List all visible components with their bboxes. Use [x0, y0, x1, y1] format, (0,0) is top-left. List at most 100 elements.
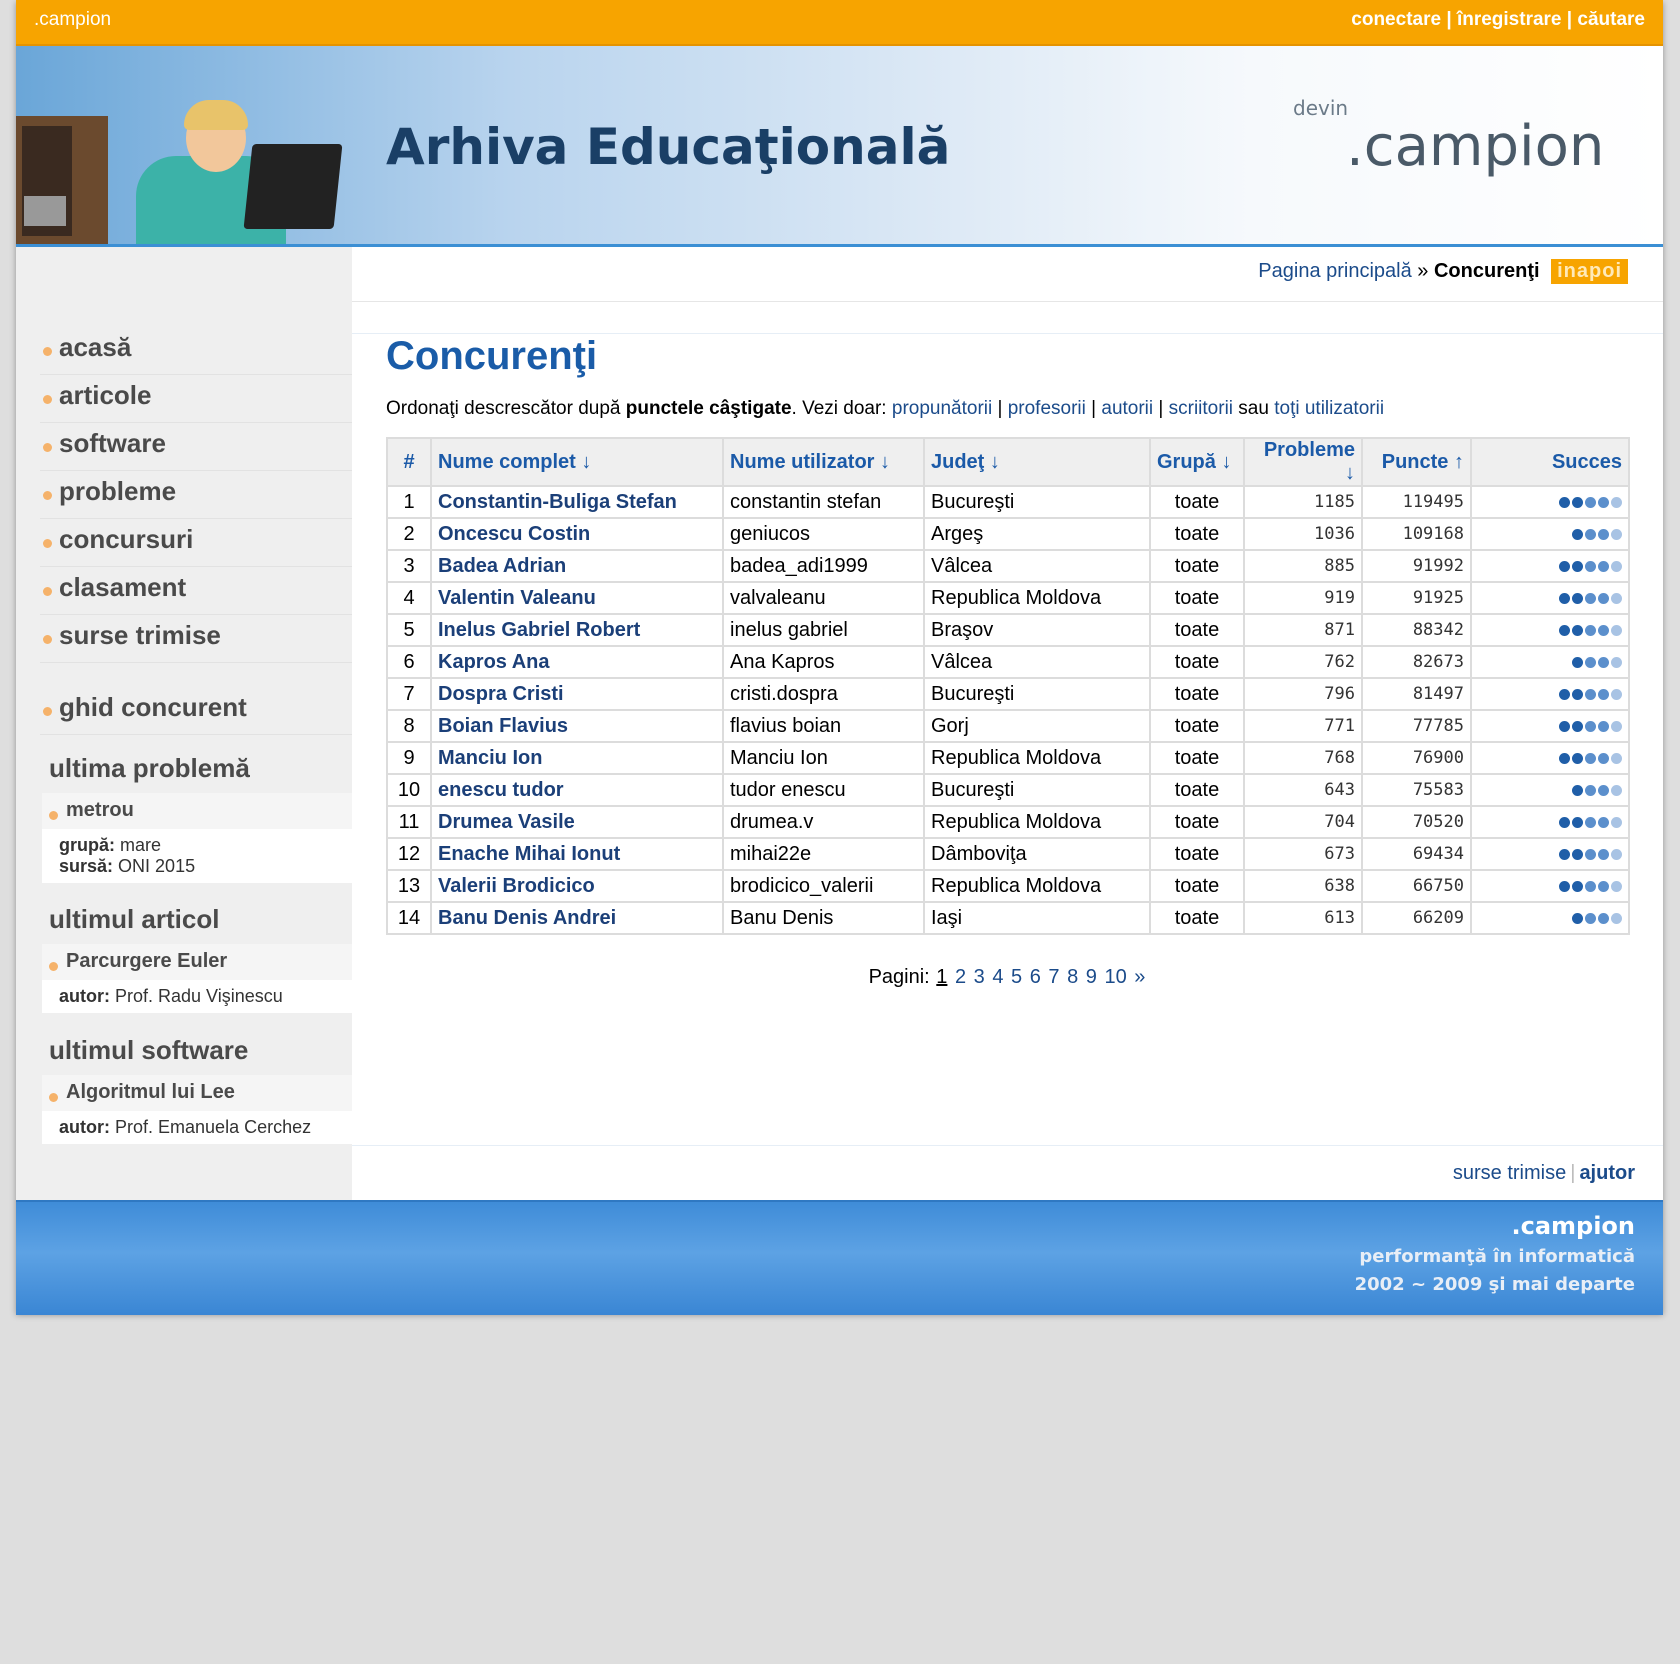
register-link[interactable]: înregistrare	[1457, 9, 1562, 30]
back-button[interactable]: inapoi	[1551, 259, 1628, 284]
full-name-link[interactable]: Valentin Valeanu	[430, 581, 724, 615]
sidebar-item-label[interactable]: surse trimise	[59, 620, 221, 651]
sidebar-item-home[interactable]: acasă	[40, 327, 352, 375]
success-dot-icon	[1598, 528, 1609, 540]
success-dot-icon	[1611, 912, 1622, 924]
column-header-problems[interactable]: Probleme ↓	[1243, 437, 1363, 487]
rank-cell: 10	[386, 773, 432, 807]
success-dot-icon	[1572, 784, 1583, 796]
success-rating	[1470, 773, 1630, 807]
full-name-link[interactable]: Constantin-Buliga Stefan	[430, 485, 724, 519]
page-link[interactable]: 9	[1086, 966, 1097, 988]
full-name-link[interactable]: Dospra Cristi	[430, 677, 724, 711]
full-name-link[interactable]: Banu Denis Andrei	[430, 901, 724, 935]
column-header-points[interactable]: Puncte ↑	[1361, 437, 1472, 487]
success-dot-icon	[1585, 496, 1596, 508]
column-header-group[interactable]: Grupă ↓	[1149, 437, 1245, 487]
top-separator: |	[1566, 9, 1573, 30]
success-dot-icon	[1598, 624, 1609, 636]
top-brand-link[interactable]: .campion	[34, 9, 111, 31]
last-article-link[interactable]: Parcurgere Euler	[66, 950, 227, 973]
last-article-heading: ultimul articol	[49, 904, 220, 934]
page-link[interactable]: 7	[1048, 966, 1059, 988]
sidebar-item-label[interactable]: acasă	[59, 332, 131, 363]
table-row: 14 Banu Denis Andrei Banu Denis Iaşi toate 61…	[386, 901, 1630, 935]
group-cell: toate	[1149, 517, 1245, 551]
filter-teachers-link[interactable]: profesorii	[1008, 398, 1086, 419]
last-problem-meta: grupă: mare sursă: ONI 2015	[42, 829, 352, 883]
username-cell: geniucos	[722, 517, 925, 551]
laptop-image	[243, 144, 343, 229]
breadcrumb-home-link[interactable]: Pagina principală	[1258, 260, 1411, 282]
sidebar-item-label[interactable]: ghid concurent	[59, 692, 247, 723]
full-name-link[interactable]: Drumea Vasile	[430, 805, 724, 839]
success-rating	[1470, 805, 1630, 839]
author-value: Prof. Emanuela Cerchez	[115, 1117, 312, 1137]
rank-cell: 6	[386, 645, 432, 679]
breadcrumb-current: Concurenţi	[1433, 260, 1540, 282]
full-name-link[interactable]: Kapros Ana	[430, 645, 724, 679]
pagination-links: 1 2 3 4 5 6 7 8 9 10 »	[935, 966, 1146, 988]
success-rating	[1470, 677, 1630, 711]
column-header-county[interactable]: Judeţ ↓	[923, 437, 1151, 487]
page-link[interactable]: 5	[1011, 966, 1022, 988]
table-row: 9 Manciu Ion Manciu Ion Republica Moldova to…	[386, 741, 1630, 775]
full-name-link[interactable]: Valerii Brodicico	[430, 869, 724, 903]
last-software-heading: ultimul software	[49, 1035, 249, 1065]
filter-authors-link[interactable]: autorii	[1101, 398, 1153, 419]
sidebar-item-label[interactable]: clasament	[59, 572, 186, 603]
top-separator: |	[1446, 9, 1452, 30]
sidebar-item-ranking[interactable]: clasament	[40, 567, 352, 615]
full-name-link[interactable]: Oncescu Costin	[430, 517, 724, 551]
success-dot-icon	[1611, 880, 1622, 892]
sidebar-item-articles[interactable]: articole	[40, 375, 352, 423]
group-cell: toate	[1149, 613, 1245, 647]
problems-cell: 613	[1243, 901, 1363, 935]
sidebar-item-problems[interactable]: probleme	[40, 471, 352, 519]
sidebar: acasă articole software probleme concurs…	[16, 247, 352, 1247]
success-dot-icon	[1598, 752, 1609, 764]
page-link[interactable]: 2	[955, 966, 966, 988]
sidebar-item-label[interactable]: probleme	[59, 476, 176, 507]
page-link[interactable]: 1	[936, 966, 947, 988]
filter-separator: |	[1085, 398, 1102, 419]
success-rating	[1470, 837, 1630, 871]
full-name-link[interactable]: Enache Mihai Ionut	[430, 837, 724, 871]
sidebar-item-software[interactable]: software	[40, 423, 352, 471]
column-header-full-name[interactable]: Nume complet ↓	[430, 437, 724, 487]
next-page-link[interactable]: »	[1134, 966, 1145, 988]
page-link[interactable]: 8	[1067, 966, 1078, 988]
full-name-link[interactable]: Badea Adrian	[430, 549, 724, 583]
search-link[interactable]: căutare	[1577, 9, 1645, 30]
county-cell: Republica Moldova	[923, 805, 1151, 839]
filter-all-users-link[interactable]: toţi utilizatorii	[1274, 398, 1384, 419]
full-name-link[interactable]: enescu tudor	[430, 773, 724, 807]
full-name-link[interactable]: Manciu Ion	[430, 741, 724, 775]
sidebar-item-label[interactable]: concursuri	[59, 524, 193, 555]
success-dot-icon	[1598, 560, 1609, 572]
last-software-link[interactable]: Algoritmul lui Lee	[66, 1081, 235, 1104]
column-header-username[interactable]: Nume utilizator ↓	[722, 437, 925, 487]
filter-writers-link[interactable]: scriitorii	[1169, 398, 1233, 419]
campion-logo[interactable]: .campion	[1346, 114, 1604, 179]
footer-help-link[interactable]: ajutor	[1579, 1162, 1635, 1184]
filter-proposers-link[interactable]: propunătorii	[892, 398, 992, 419]
page-link[interactable]: 10	[1104, 966, 1126, 988]
last-problem-link[interactable]: metrou	[66, 799, 134, 822]
sidebar-item-contests[interactable]: concursuri	[40, 519, 352, 567]
page-link[interactable]: 3	[974, 966, 985, 988]
sidebar-item-submissions[interactable]: surse trimise	[40, 615, 352, 663]
username-cell: flavius boian	[722, 709, 925, 743]
sidebar-item-label[interactable]: software	[59, 428, 166, 459]
success-dot-icon	[1585, 784, 1596, 796]
intro-sort-key: punctele câştigate	[625, 398, 792, 419]
footer-submissions-link[interactable]: surse trimise	[1453, 1162, 1566, 1184]
full-name-link[interactable]: Boian Flavius	[430, 709, 724, 743]
sidebar-item-guide[interactable]: ghid concurent	[40, 687, 352, 735]
full-name-link[interactable]: Inelus Gabriel Robert	[430, 613, 724, 647]
sidebar-item-label[interactable]: articole	[59, 380, 152, 411]
login-link[interactable]: conectare	[1351, 9, 1441, 30]
page-link[interactable]: 4	[992, 966, 1003, 988]
success-dot-icon	[1559, 592, 1570, 604]
page-link[interactable]: 6	[1030, 966, 1041, 988]
